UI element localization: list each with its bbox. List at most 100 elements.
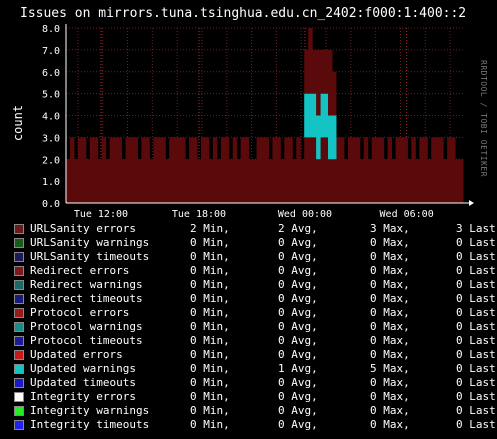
legend-swatch (14, 252, 24, 262)
data-bar-0 (284, 137, 289, 203)
legend-swatch (14, 322, 24, 332)
legend-max: 0 Max, (370, 320, 410, 333)
legend-avg: 0 Avg, (278, 236, 318, 249)
legend-swatch (14, 280, 24, 290)
x-tick-label: Wed 00:00 (278, 209, 332, 220)
data-bar-0 (101, 137, 107, 203)
legend-max: 0 Max, (370, 306, 410, 319)
legend-avg: 0 Avg, (278, 348, 318, 361)
data-bar-0 (185, 159, 190, 203)
data-bar-0 (240, 137, 246, 203)
data-bar-0 (224, 137, 230, 203)
legend-row: Redirect warnings 0 Min, 0 Avg, 0 Max, 0 Las… (14, 278, 497, 292)
legend-label: Redirect timeouts (30, 292, 143, 305)
legend-max: 0 Max, (370, 404, 410, 417)
legend-min: 0 Min, (190, 404, 230, 417)
data-bar-0 (403, 137, 408, 203)
data-bar-1 (304, 93, 309, 138)
data-bar-0 (407, 159, 412, 203)
legend-label: Updated errors (30, 348, 123, 361)
legend-max: 0 Max, (370, 236, 410, 249)
legend-min: 0 Min, (190, 306, 230, 319)
data-bar-0 (272, 137, 277, 203)
data-bar-0 (200, 137, 206, 203)
legend-max: 0 Max, (370, 264, 410, 277)
legend-row: Integrity errors 0 Min, 0 Avg, 0 Max, 0 Last (14, 390, 497, 404)
legend-last: 0 Last (456, 390, 496, 403)
legend-row: Protocol timeouts 0 Min, 0 Avg, 0 Max, 0 Las… (14, 334, 497, 348)
data-bar-0 (161, 137, 166, 203)
data-bar-0 (141, 137, 146, 203)
data-bar-0 (324, 137, 329, 203)
data-bar-0 (93, 137, 99, 203)
data-bar-0 (117, 137, 123, 203)
data-bar-0 (304, 137, 309, 203)
data-bar-0 (165, 159, 170, 203)
legend-last: 0 Last (456, 250, 496, 263)
data-bar-0 (292, 159, 297, 203)
data-bar-0 (77, 137, 83, 203)
data-bar-0 (244, 137, 250, 203)
legend-last: 0 Last (456, 236, 496, 249)
data-bar-0 (328, 159, 333, 203)
legend-min: 0 Min, (190, 418, 230, 431)
data-bar-0 (379, 137, 385, 203)
data-bar-0 (399, 137, 404, 203)
legend-swatch (14, 406, 24, 416)
data-bar-0 (189, 137, 194, 203)
data-bar-2 (304, 49, 309, 94)
legend-avg: 0 Avg, (278, 376, 318, 389)
data-bar-0 (173, 137, 178, 203)
legend-row: Protocol warnings 0 Min, 0 Avg, 0 Max, 0 Las… (14, 320, 497, 334)
data-bar-0 (320, 137, 325, 203)
data-bar-0 (66, 159, 71, 203)
data-bar-0 (121, 159, 127, 203)
legend-swatch (14, 224, 24, 234)
data-bar-0 (296, 137, 301, 203)
data-bar-0 (208, 159, 214, 203)
legend-row: URLSanity timeouts 0 Min, 0 Avg, 0 Max, 0 La… (14, 250, 497, 264)
data-bar-0 (308, 137, 313, 203)
data-bar-0 (443, 159, 448, 203)
data-bar-0 (276, 137, 281, 203)
legend-label: Integrity errors (30, 390, 136, 403)
data-bar-2 (324, 49, 329, 94)
legend-last: 0 Last (456, 404, 496, 417)
data-bar-0 (316, 159, 321, 203)
data-bar-0 (197, 159, 202, 203)
data-bar-0 (451, 137, 456, 203)
y-tick-label: 7.0 (42, 46, 60, 57)
data-bar-0 (359, 159, 365, 203)
data-bar-2 (316, 49, 321, 116)
legend-avg: 0 Avg, (278, 404, 318, 417)
data-bar-2 (308, 28, 313, 94)
data-bar-2 (312, 49, 317, 94)
legend-swatch (14, 336, 24, 346)
data-bar-0 (260, 137, 265, 203)
data-bar-0 (351, 137, 357, 203)
legend-max: 0 Max, (370, 278, 410, 291)
data-bar-0 (220, 137, 226, 203)
data-bar-1 (312, 93, 317, 138)
x-tick-label: Wed 06:00 (380, 209, 434, 220)
legend-min: 0 Min, (190, 362, 230, 375)
legend-label: Protocol timeouts (30, 334, 143, 347)
legend-last: 0 Last (456, 376, 496, 389)
y-tick-label: 4.0 (42, 112, 60, 123)
legend-min: 0 Min, (190, 278, 230, 291)
legend-min: 0 Min, (190, 250, 230, 263)
legend-avg: 0 Avg, (278, 320, 318, 333)
x-axis-arrow (469, 200, 474, 206)
legend-last: 0 Last (456, 264, 496, 277)
data-bar-0 (355, 137, 361, 203)
legend-min: 0 Min, (190, 236, 230, 249)
legend-row: Updated warnings 0 Min, 1 Avg, 5 Max, 0 Last (14, 362, 497, 376)
legend-label: Protocol errors (30, 306, 130, 319)
data-bar-0 (97, 159, 103, 203)
legend-max: 0 Max, (370, 334, 410, 347)
data-bar-0 (459, 159, 464, 203)
legend-min: 2 Min, (190, 222, 230, 235)
legend-label: Updated warnings (30, 362, 136, 375)
data-bar-0 (264, 137, 269, 203)
legend-avg: 2 Avg, (278, 222, 318, 235)
